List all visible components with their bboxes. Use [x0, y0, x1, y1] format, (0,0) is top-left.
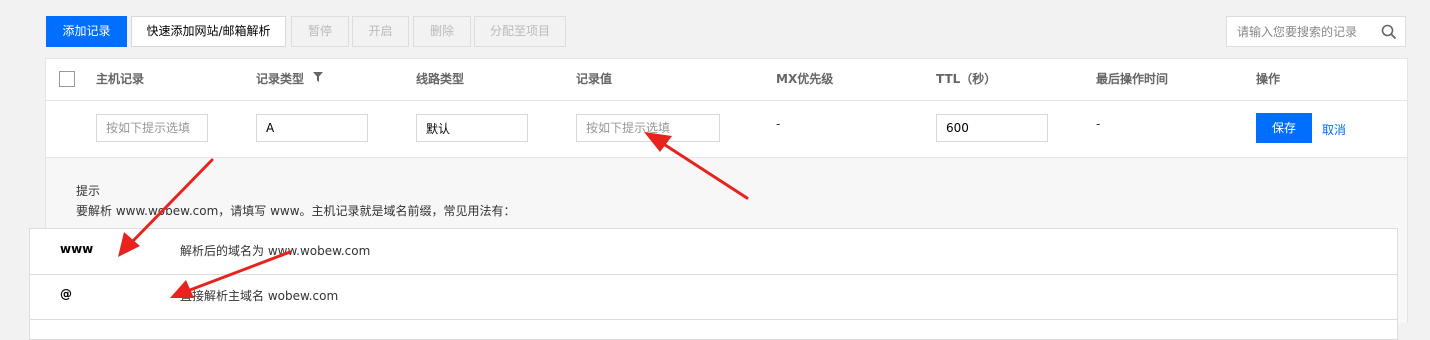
header-line: 线路类型 — [416, 72, 465, 86]
save-button[interactable]: 保存 — [1256, 113, 1312, 143]
hint-row: @ 直接解析主域名 wobew.com — [30, 274, 1397, 320]
hint-title: 提示 — [76, 184, 101, 198]
delete-button[interactable]: 删除 — [413, 16, 471, 47]
header-host: 主机记录 — [96, 72, 145, 86]
add-record-button[interactable]: 添加记录 — [46, 16, 127, 47]
value-input[interactable] — [576, 114, 720, 142]
select-all-checkbox[interactable] — [59, 71, 75, 87]
hint-table: www 解析后的域名为 www.wobew.com @ 直接解析主域名 wobe… — [29, 228, 1398, 340]
header-type: 记录类型 — [256, 72, 305, 86]
records-table: 主机记录 记录类型 线路类型 记录值 MX优先级 TTL（秒） 最后操作时间 操… — [29, 58, 1408, 340]
assign-project-button[interactable]: 分配至项目 — [474, 16, 566, 47]
header-value: 记录值 — [576, 72, 613, 86]
hint-key: www — [60, 242, 94, 256]
hint-row: www 解析后的域名为 www.wobew.com — [30, 229, 1397, 275]
line-select[interactable] — [416, 114, 528, 142]
search-box — [1226, 16, 1406, 47]
filter-icon[interactable] — [313, 72, 323, 82]
enable-button[interactable]: 开启 — [352, 16, 409, 47]
cancel-link[interactable]: 取消 — [1322, 121, 1346, 138]
type-select[interactable] — [256, 114, 368, 142]
ttl-input[interactable] — [936, 114, 1048, 142]
edit-row: - - 保存 取消 — [46, 101, 1407, 158]
hint-key: @ — [60, 287, 72, 301]
header-last-op: 最后操作时间 — [1096, 72, 1169, 86]
header-ttl: TTL（秒） — [936, 72, 997, 86]
quick-add-button[interactable]: 快速添加网站/邮箱解析 — [131, 16, 286, 47]
host-input[interactable] — [96, 114, 208, 142]
header-mx: MX优先级 — [776, 72, 834, 86]
hint-desc: 直接解析主域名 wobew.com — [180, 289, 339, 303]
search-input[interactable] — [1227, 17, 1377, 46]
search-icon[interactable] — [1381, 24, 1397, 40]
last-op-value: - — [1096, 117, 1101, 131]
hint-description: 要解析 www.wobew.com，请填写 www。主机记录就是域名前缀，常见用… — [76, 204, 516, 218]
hint-desc: 解析后的域名为 www.wobew.com — [180, 244, 371, 258]
pause-button[interactable]: 暂停 — [291, 16, 349, 47]
mx-value: - — [776, 117, 781, 131]
header-action: 操作 — [1256, 72, 1281, 86]
table-header: 主机记录 记录类型 线路类型 记录值 MX优先级 TTL（秒） 最后操作时间 操… — [46, 59, 1407, 101]
hint-panel: 提示 要解析 www.wobew.com，请填写 www。主机记录就是域名前缀，… — [29, 158, 1407, 340]
